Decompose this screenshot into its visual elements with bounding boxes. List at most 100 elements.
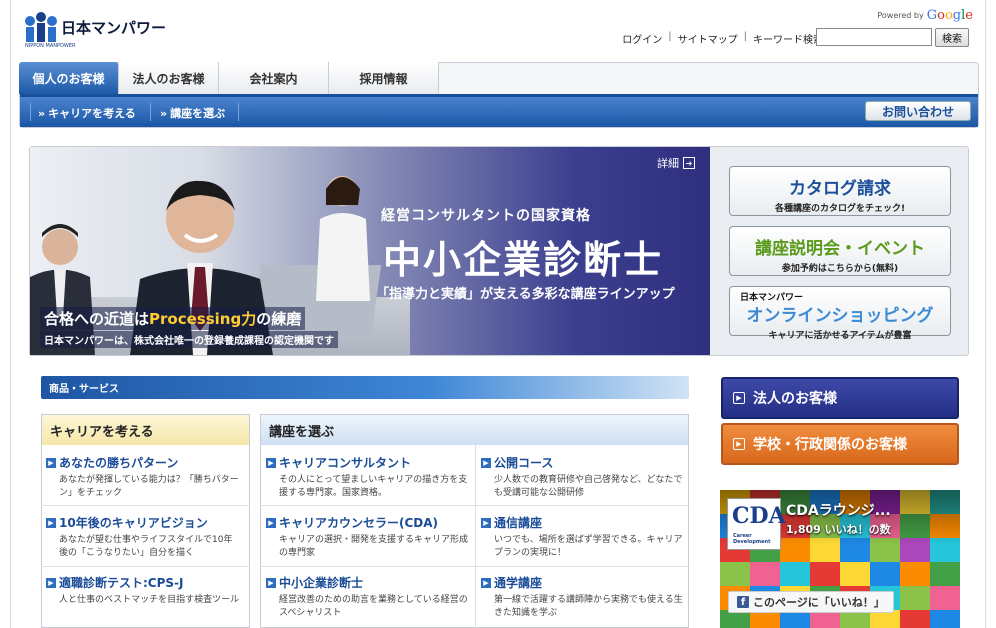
- cda-logo-sub: Career Development: [733, 533, 771, 545]
- hero-footnote: 日本マンパワーは、株式会社唯一の登録養成課程の認定機関です: [40, 331, 338, 348]
- facebook-like-count: 1,809 いいね！の数: [786, 523, 891, 536]
- arrow-right-icon: ▶: [46, 517, 56, 528]
- tab-company[interactable]: 会社案内: [219, 62, 329, 94]
- site-logo[interactable]: 日本マンパワー NIPPON MANPOWER: [25, 12, 167, 49]
- course-classroom[interactable]: ▶ 通学講座 第一線で活躍する講師陣から実務でも使える生きた知識を学ぶ: [481, 574, 691, 620]
- products-bar: 商品・サービス: [41, 376, 689, 399]
- main-tabs: 個人のお客様 法人のお客様 会社案内 採用情報: [19, 62, 439, 94]
- course-career-consultant[interactable]: ▶ キャリアコンサルタント その人にとって望ましいキャリアの描き方を支援する専門家…: [266, 454, 476, 500]
- tab-recruit[interactable]: 採用情報: [329, 62, 439, 94]
- hero-detail-label: 詳細: [657, 157, 679, 170]
- arrow-right-icon: ▶: [46, 577, 56, 588]
- hero-detail-link[interactable]: 詳細 ➜: [657, 155, 695, 171]
- course-correspondence[interactable]: ▶ 通信講座 いつでも、場所を選ばず学習できる。キャリアプランの実現に！: [481, 514, 691, 560]
- keyword-search-label: キーワード検索: [753, 35, 823, 46]
- corporate-label: 法人のお客様: [753, 391, 837, 407]
- tab-corporate[interactable]: 法人のお客様: [119, 62, 219, 94]
- seminar-title: 講座説明会・イベント: [755, 239, 925, 259]
- item-title: 10年後のキャリアビジョン: [59, 516, 208, 530]
- subnav-career-label: キャリアを考える: [48, 107, 136, 120]
- subnav-courses[interactable]: » 講座を選ぶ: [160, 105, 225, 121]
- career-item-cpsj[interactable]: ▶ 適職診断テスト:CPS-J 人と仕事のベストマッチを目指す検査ツール: [46, 574, 241, 607]
- divider: [41, 566, 250, 567]
- divider: [150, 103, 151, 121]
- catchphrase-highlight: Processing力: [149, 310, 257, 328]
- shopping-title: オンラインショッピング: [730, 301, 950, 326]
- item-title: キャリアカウンセラー(CDA): [279, 516, 439, 530]
- search-input[interactable]: [816, 28, 932, 46]
- item-desc: 経営改善のための助言を業務としている経営のスペシャリスト: [279, 595, 468, 618]
- arrow-right-icon: ▶: [481, 457, 491, 468]
- logo-subtext: NIPPON MANPOWER: [25, 43, 76, 49]
- seminar-event-button[interactable]: 講座説明会・イベント 参加予約はこちらから(無料): [729, 226, 951, 276]
- sitemap-link[interactable]: サイトマップ: [678, 31, 738, 46]
- arrow-right-icon: ▶: [733, 392, 745, 404]
- item-desc: あなたが望む仕事やライフスタイルで10年後の「こうなりたい」自分を描く: [59, 535, 233, 558]
- sub-nav: » キャリアを考える » 講座を選ぶ: [20, 94, 978, 127]
- shopping-title-a: オンライン: [746, 306, 832, 326]
- cda-logo: CDA Career Development: [727, 498, 786, 550]
- career-item-winning-pattern[interactable]: ▶ あなたの勝ちパターン あなたが発揮している能力は？「勝ちパターン」をチェック: [46, 454, 241, 500]
- shopping-title-b: ショッピング: [831, 306, 934, 326]
- arrow-right-icon: ▶: [481, 577, 491, 588]
- school-label: 学校・行政関係のお客様: [753, 437, 907, 453]
- facebook-page-title[interactable]: CDAラウンジ...: [786, 500, 891, 520]
- hero-banner[interactable]: 詳細 ➜ 経営コンサルタントの国家資格 中小企業診断士 「指導力と実績」が支える多…: [30, 147, 710, 355]
- hero-tagline: 「指導力と実績」が支える多彩な講座ラインアップ: [376, 287, 675, 302]
- career-item-10year-vision[interactable]: ▶ 10年後のキャリアビジョン あなたが望む仕事やライフスタイルで10年後の「こう…: [46, 514, 241, 560]
- online-shopping-button[interactable]: 日本マンパワー オンラインショッピング キャリアに活かせるアイテムが豊富: [729, 286, 951, 341]
- arrow-right-icon: ▶: [46, 457, 56, 468]
- arrow-right-icon: ▶: [266, 577, 276, 588]
- chevron-right-icon: »: [160, 106, 168, 120]
- contact-button[interactable]: お問い合わせ: [865, 101, 971, 121]
- like-button-label: このページに「いいね！」: [753, 596, 885, 609]
- item-desc: あなたが発揮している能力は？「勝ちパターン」をチェック: [59, 475, 239, 498]
- hero-catchphrase: 合格への近道は Processing力 の練磨: [40, 307, 306, 330]
- hero-woman-image: [316, 176, 370, 301]
- school-government-button[interactable]: ▶ 学校・行政関係のお客様: [721, 423, 959, 465]
- facebook-widget[interactable]: CDA Career Development CDAラウンジ... 1,809 …: [720, 490, 960, 628]
- item-desc: 人と仕事のベストマッチを目指す検査ツール: [59, 595, 240, 605]
- logo-text: 日本マンパワー: [61, 18, 167, 37]
- search-button[interactable]: 検索: [935, 28, 969, 47]
- subnav-career[interactable]: » キャリアを考える: [38, 105, 136, 121]
- divider: [260, 566, 689, 567]
- arrow-right-icon: ▶: [733, 438, 745, 450]
- divider: |: [668, 31, 672, 42]
- facebook-icon: f: [737, 596, 749, 608]
- item-desc: いつでも、場所を選ばず学習できる。キャリアプランの実現に！: [494, 535, 683, 558]
- catchphrase-part: の練磨: [256, 310, 302, 328]
- course-cda[interactable]: ▶ キャリアカウンセラー(CDA) キャリアの選択・開発を支援するキャリア形成の専…: [266, 514, 476, 560]
- item-title: 通信講座: [494, 516, 543, 530]
- subnav-courses-label: 講座を選ぶ: [170, 107, 226, 120]
- courses-heading: 講座を選ぶ: [261, 415, 688, 445]
- corporate-customers-button[interactable]: ▶ 法人のお客様: [721, 377, 959, 419]
- item-title: 適職診断テスト:CPS-J: [59, 576, 184, 590]
- products-bar-label: 商品・サービス: [49, 384, 119, 395]
- powered-by-label: Powered by: [877, 11, 924, 20]
- catchphrase-part: 合格への近道は: [44, 310, 150, 328]
- catalog-request-button[interactable]: カタログ請求 各種講座のカタログをチェック!: [729, 166, 951, 216]
- item-title: 通学講座: [494, 576, 543, 590]
- arrow-right-icon: ➜: [683, 157, 695, 169]
- google-logo: Google: [926, 8, 973, 23]
- arrow-right-icon: ▶: [481, 517, 491, 528]
- logo-mark-icon: [25, 12, 57, 42]
- page: 日本マンパワー NIPPON MANPOWER Powered by Googl…: [10, 0, 986, 628]
- course-sme-consultant[interactable]: ▶ 中小企業診断士 経営改善のための助言を業務としている経営のスペシャリスト: [266, 574, 476, 620]
- course-open[interactable]: ▶ 公開コース 少人数での教育研修や自己啓発など、どなたでも受講可能な公開研修: [481, 454, 691, 500]
- career-heading: キャリアを考える: [42, 415, 249, 445]
- login-link[interactable]: ログイン: [622, 31, 662, 46]
- item-title: あなたの勝ちパターン: [59, 456, 179, 470]
- arrow-right-icon: ▶: [266, 517, 276, 528]
- item-title: 中小企業診断士: [279, 576, 364, 590]
- facebook-like-button[interactable]: f このページに「いいね！」: [728, 591, 894, 613]
- item-title: 公開コース: [494, 456, 554, 470]
- chevron-right-icon: »: [38, 106, 46, 120]
- item-title: キャリアコンサルタント: [279, 456, 412, 470]
- divider: [260, 505, 689, 506]
- shopping-sub: キャリアに活かせるアイテムが豊富: [768, 331, 912, 341]
- item-desc: その人にとって望ましいキャリアの描き方を支援する専門家。国家資格。: [279, 475, 468, 498]
- cda-logo-text: CDA: [732, 503, 786, 529]
- tab-personal[interactable]: 個人のお客様: [19, 62, 119, 94]
